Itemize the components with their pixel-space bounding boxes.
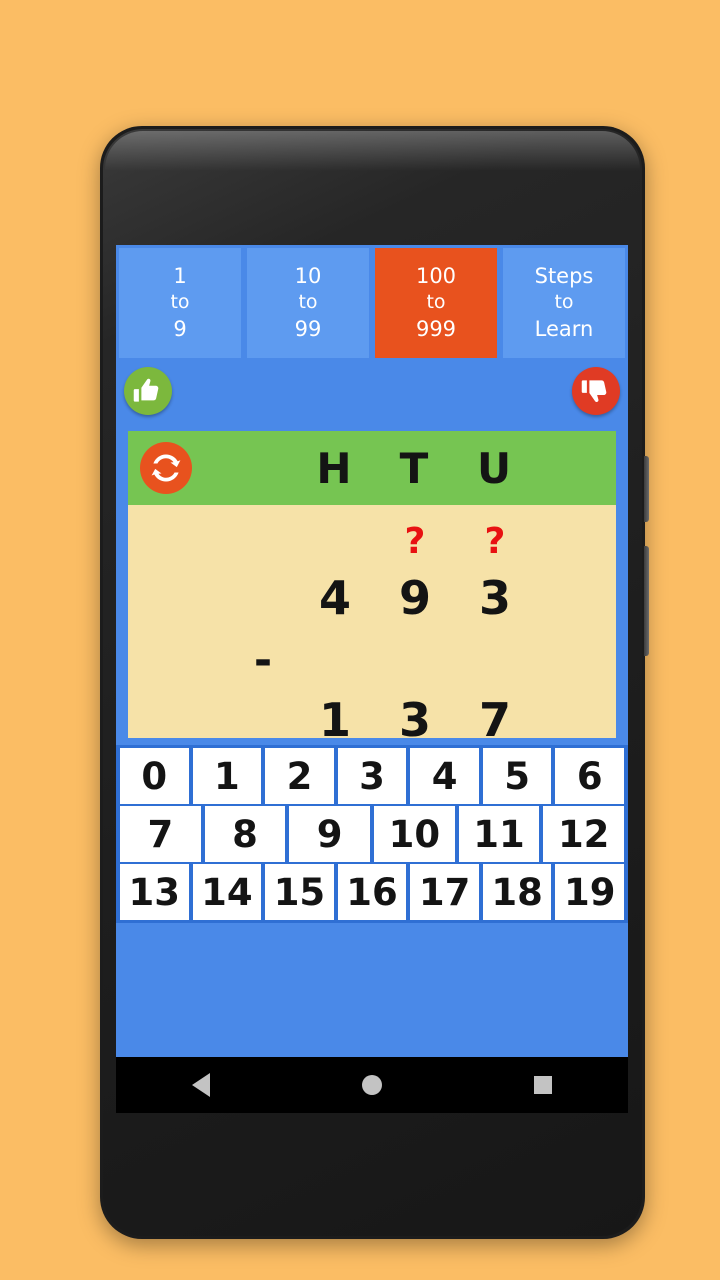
problem-area: ? ? 4 9 3 - 1 3 7 ? ? ? [128,505,616,742]
tab-line-2: to [426,291,446,314]
tab-100-to-999[interactable]: 100 to 999 [375,248,497,358]
key-9[interactable]: 9 [289,806,371,862]
minuend-digit-hundreds: 4 [318,571,351,625]
key-17[interactable]: 17 [410,864,479,920]
key-6[interactable]: 6 [555,748,625,804]
calculation-board: H T U ? ? 4 9 3 - 1 3 7 [124,427,620,742]
key-19[interactable]: 19 [555,864,625,920]
thumbs-down-button[interactable] [572,367,620,415]
key-16[interactable]: 16 [337,864,407,920]
key-2[interactable]: 2 [265,748,334,804]
feedback-bar [116,361,628,423]
subtrahend-digit-tens: 3 [398,693,431,742]
tab-line-2: to [298,291,318,314]
key-5[interactable]: 5 [482,748,552,804]
thumbs-up-button[interactable] [124,367,172,415]
htu-header: H T U [128,431,616,505]
tab-line-3: 99 [294,316,322,341]
home-icon[interactable] [362,1075,382,1095]
recents-icon[interactable] [534,1076,552,1094]
tab-steps-to-learn[interactable]: Steps to Learn [503,248,625,358]
tab-line-3: 999 [415,316,457,341]
app-root: 1 to 9 10 to 99 100 to 999 Steps to Lear… [116,245,628,1057]
minuend-digit-units: 3 [478,571,511,625]
refresh-button[interactable] [140,442,192,494]
tab-line-1: 1 [173,263,187,288]
thumbs-down-icon [581,380,607,402]
key-4[interactable]: 4 [410,748,479,804]
minuend-digit-tens: 9 [398,571,431,625]
subtrahend-digit-units: 7 [478,693,511,742]
keypad-row: 7 8 9 10 11 12 [118,805,626,863]
tab-line-1: Steps [534,263,594,288]
bezel-highlight [105,131,640,171]
thumbs-up-icon [133,378,159,402]
key-14[interactable]: 14 [192,864,262,920]
key-8[interactable]: 8 [204,806,286,862]
range-tab-bar: 1 to 9 10 to 99 100 to 999 Steps to Lear… [116,248,628,358]
column-label-hundreds: H [316,443,352,493]
key-15[interactable]: 15 [265,864,334,920]
tab-line-2: to [170,291,190,314]
key-18[interactable]: 18 [482,864,552,920]
key-7[interactable]: 7 [120,806,201,862]
volume-button[interactable] [644,456,649,522]
tab-line-1: 10 [294,263,322,288]
number-keypad: 0 1 2 3 4 5 6 7 8 9 10 11 12 13 14 15 16 [116,745,628,923]
subtrahend-digit-hundreds: 1 [318,693,351,742]
power-button[interactable] [644,546,649,656]
key-12[interactable]: 12 [543,806,625,862]
keypad-row: 13 14 15 16 17 18 19 [118,863,626,921]
android-navigation-bar [116,1057,628,1113]
operator-symbol: - [253,634,273,686]
key-10[interactable]: 10 [374,806,455,862]
tab-1-to-9[interactable]: 1 to 9 [119,248,241,358]
tab-line-2: to [554,291,574,314]
refresh-icon [151,454,181,482]
key-0[interactable]: 0 [120,748,189,804]
keypad-row: 0 1 2 3 4 5 6 [118,747,626,805]
tab-line-1: 100 [415,263,457,288]
key-1[interactable]: 1 [192,748,262,804]
tab-line-3: Learn [534,316,594,341]
column-label-units: U [476,443,512,493]
key-3[interactable]: 3 [337,748,407,804]
tab-line-3: 9 [173,316,187,341]
key-13[interactable]: 13 [120,864,189,920]
phone-screen: 1 to 9 10 to 99 100 to 999 Steps to Lear… [116,245,628,1113]
tab-10-to-99[interactable]: 10 to 99 [247,248,369,358]
column-label-tens: T [399,443,429,493]
key-11[interactable]: 11 [458,806,540,862]
back-icon[interactable] [192,1073,210,1097]
